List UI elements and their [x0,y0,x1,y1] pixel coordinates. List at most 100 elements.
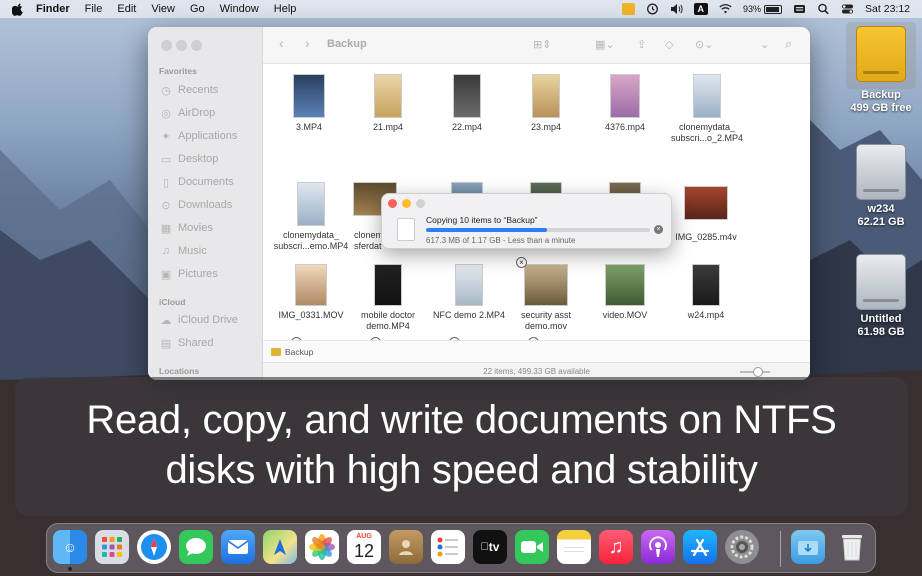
cancel-item-icon[interactable]: × [516,257,527,268]
file-item[interactable]: NFC demo 2.MP4 [427,264,511,321]
contacts-app-icon[interactable] [389,530,423,564]
search-icon[interactable]: ⌕ [785,36,792,52]
keyboard-icon[interactable] [793,3,806,15]
finder-sidebar: Favorites ◷ Recents ◎ AirDrop ✦ Application… [148,27,263,380]
file-item[interactable]: clonemydata_ subscri...o_2.MP4 [664,74,750,144]
desktop-drive-w234[interactable]: w234 62.21 GB [846,144,916,229]
sidebar-item-movies[interactable]: ▦ Movies [160,220,213,236]
mail-app-icon[interactable] [221,530,255,564]
shared-folder-icon: ▤ [160,337,172,350]
group-view-icon[interactable]: ▦⌄ [595,38,615,51]
sidebar-item-recents[interactable]: ◷ Recents [160,82,218,98]
menu-view[interactable]: View [151,3,175,15]
dialog-close-button[interactable] [388,199,397,208]
sidebar-item-desktop[interactable]: ▭ Desktop [160,151,219,167]
sidebar-item-downloads[interactable]: ⊙ Downloads [160,197,232,213]
copy-title: Copying 10 items to “Backup” [426,215,538,225]
expand-chevron-icon[interactable]: ⌄ [760,38,769,51]
file-name: clonemydata_ subscri...emo.MP4 [273,230,349,251]
music-app-icon[interactable]: ♫ [599,530,633,564]
desktop-drive-backup[interactable]: Backup 499 GB free [846,22,916,115]
file-item[interactable]: 3.MP4 [269,74,349,133]
back-chevron-icon[interactable]: ‹ [279,35,284,51]
file-name: IMG_0331.MOV [278,310,344,320]
sidebar-item-shared[interactable]: ▤ Shared [160,335,214,351]
safari-app-icon[interactable] [137,530,171,564]
airdrop-icon: ◎ [161,107,171,120]
dialog-zoom-button[interactable] [416,199,425,208]
ntfs-app-icon[interactable] [621,3,635,15]
menu-window[interactable]: Window [220,3,259,15]
file-item[interactable]: w24.mp4 [664,264,748,321]
photo-icon: ▣ [160,268,172,281]
launchpad-app-icon[interactable] [95,530,129,564]
tag-icon[interactable]: ◇ [665,38,673,51]
input-source-indicator[interactable]: A [693,3,709,15]
sidebar-item-icloud-drive[interactable]: ☁ iCloud Drive [160,312,238,328]
apple-menu-icon[interactable] [12,2,26,16]
maps-app-icon[interactable] [263,530,297,564]
menu-go[interactable]: Go [190,3,205,15]
notes-app-icon[interactable] [557,530,591,564]
forward-chevron-icon[interactable]: › [305,35,310,51]
document-icon: ▯ [162,176,170,189]
video-thumbnail [374,264,402,306]
menu-help[interactable]: Help [274,3,297,15]
slider-knob[interactable] [753,367,763,377]
window-zoom-button[interactable] [191,40,202,51]
file-item[interactable]: 4376.mp4 [585,74,665,133]
copy-detail: 617.3 MB of 1.17 GB - Less than a minute [426,236,576,245]
window-minimize-button[interactable] [176,40,187,51]
tv-app-icon[interactable]: tv [473,530,507,564]
control-center-icon[interactable] [841,3,854,15]
more-actions-icon[interactable]: ⊙⌄ [695,38,713,51]
messages-app-icon[interactable] [179,530,213,564]
file-item[interactable]: clonemydata_ subscri...emo.MP4 [269,182,353,252]
sidebar-item-music[interactable]: ♫ Music [160,243,207,259]
finder-app-icon[interactable]: ☺ [53,530,87,564]
podcasts-app-icon[interactable] [641,530,675,564]
sidebar-item-applications[interactable]: ✦ Applications [160,128,237,144]
share-icon[interactable]: ⇪ [637,38,646,51]
menu-edit[interactable]: Edit [117,3,136,15]
photos-app-icon[interactable] [305,530,339,564]
volume-icon[interactable] [670,3,683,15]
window-close-button[interactable] [161,40,172,51]
path-bar: Backup [263,340,810,362]
spotlight-search-icon[interactable] [817,3,830,15]
calendar-app-icon[interactable]: AUG 12 [347,530,381,564]
file-item[interactable]: security asst demo.mov [506,264,586,332]
file-item[interactable]: 22.mp4 [427,74,507,133]
menu-bar: Finder File Edit View Go Window Help A 9… [0,0,922,18]
file-item[interactable]: mobile doctor demo.MP4 [348,264,428,332]
dialog-minimize-button[interactable] [402,199,411,208]
file-name: IMG_0285.m4v [675,232,737,242]
file-item[interactable]: video.MOV [585,264,665,321]
path-item[interactable]: Backup [285,347,313,357]
menu-bar-clock[interactable]: Sat 23:12 [865,3,910,15]
file-item[interactable]: IMG_0285.m4v [664,186,748,243]
downloads-folder-icon[interactable] [791,530,825,564]
reminders-app-icon[interactable] [431,530,465,564]
app-store-icon[interactable] [683,530,717,564]
file-name: 22.mp4 [451,122,483,132]
sidebar-item-airdrop[interactable]: ◎ AirDrop [160,105,215,121]
facetime-app-icon[interactable] [515,530,549,564]
sidebar-item-pictures[interactable]: ▣ Pictures [160,266,218,282]
time-machine-icon[interactable] [646,3,659,15]
file-item[interactable]: IMG_0331.MOV [269,264,353,321]
file-item[interactable]: 23.mp4 [506,74,586,133]
calendar-day: 12 [353,541,375,561]
menu-file[interactable]: File [85,3,103,15]
battery-icon[interactable] [764,4,783,14]
wifi-icon[interactable] [719,3,732,15]
stop-copy-icon[interactable]: × [654,225,663,234]
sidebar-item-documents[interactable]: ▯ Documents [160,174,234,190]
file-item[interactable]: 21.mp4 [348,74,428,133]
desktop-drive-untitled[interactable]: Untitled 61.98 GB [846,254,916,339]
icon-view-icon[interactable]: ⊞⇕ [533,38,551,51]
sidebar-item-label: Desktop [178,153,219,165]
trash-icon[interactable] [835,530,869,564]
menu-app-name[interactable]: Finder [36,3,70,15]
system-preferences-icon[interactable] [725,530,759,564]
